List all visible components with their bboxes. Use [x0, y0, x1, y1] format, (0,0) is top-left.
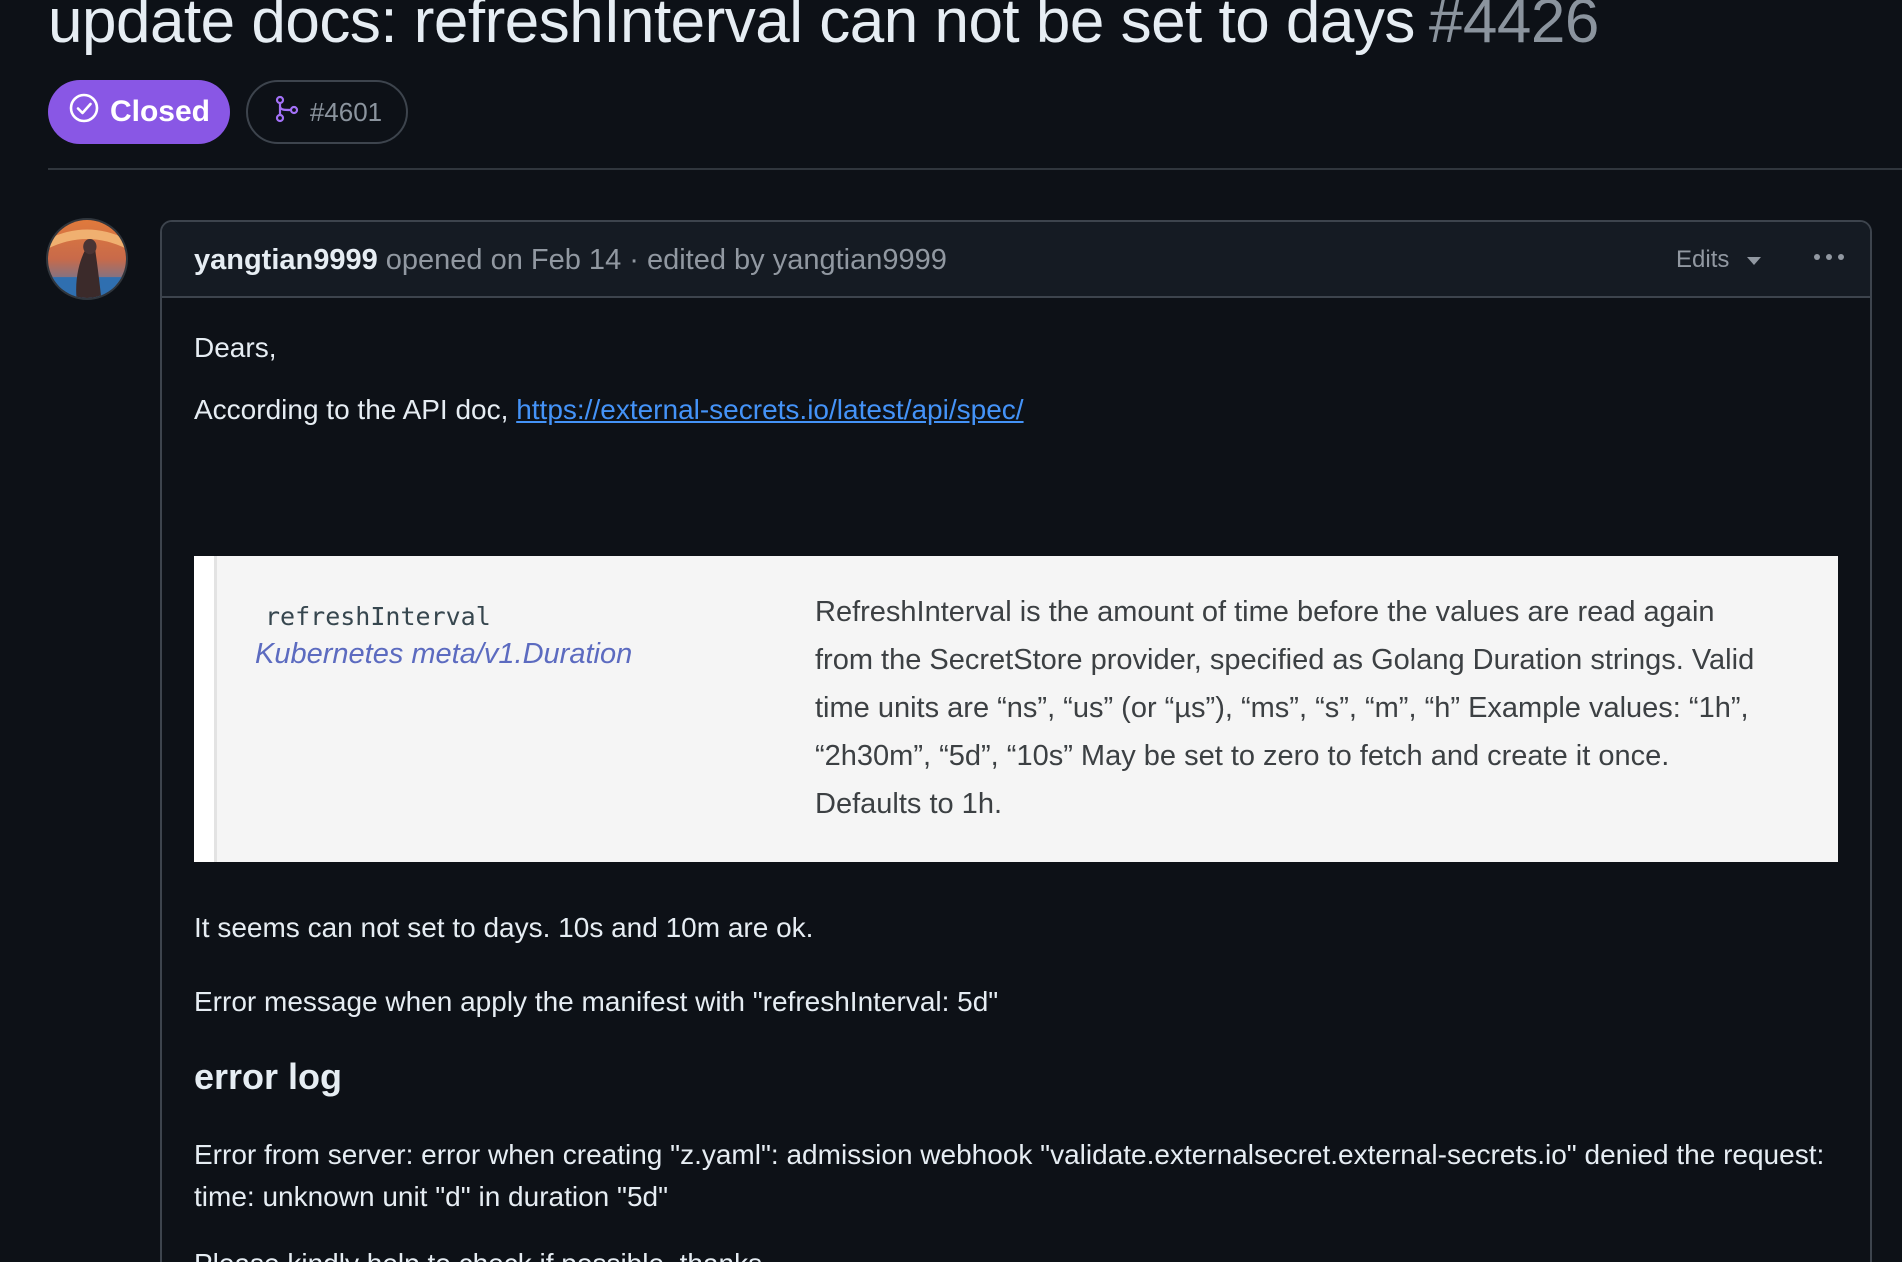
doc-description-line: from the SecretStore provider, specified…	[815, 644, 1755, 676]
edits-dropdown[interactable]: Edits	[1676, 246, 1763, 274]
comment-error-message-note: Error message when apply the manifest wi…	[194, 986, 999, 1017]
doc-field-type: Kubernetes meta/v1.Duration	[255, 638, 633, 670]
doc-description-line: RefreshInterval is the amount of time be…	[815, 596, 1715, 628]
issue-state-label: Closed	[109, 95, 211, 128]
doc-description-line: Defaults to 1h.	[815, 788, 1002, 820]
comment-intro-text: According to the API doc,	[194, 394, 517, 425]
triangle-down-icon	[1745, 246, 1763, 274]
issue-comment: yangtian9999 opened on Feb 14 · edited by…	[160, 220, 1872, 1262]
comment-author[interactable]: yangtian9999	[194, 244, 378, 276]
error-log-heading: error log	[194, 1056, 343, 1097]
kebab-horizontal-icon[interactable]	[1814, 254, 1844, 260]
author-avatar[interactable]	[46, 218, 128, 300]
api-doc-link[interactable]: https://external-secrets.io/latest/api/s…	[516, 394, 1023, 425]
comment-greeting: Dears,	[194, 332, 277, 363]
comment-intro: According to the API doc, https://extern…	[194, 394, 1024, 426]
git-pull-request-icon	[272, 94, 302, 131]
comment-closing: Please kindly help to check if possible,…	[194, 1248, 770, 1262]
issue-number: #4426	[1428, 0, 1599, 56]
doc-description-line: “2h30m”, “5d”, “10s” May be set to zero …	[815, 740, 1670, 772]
header-divider	[48, 168, 1902, 170]
linked-pr-number: #4601	[309, 96, 383, 127]
issue-page: update docs: refreshInterval can not be …	[0, 0, 1902, 1262]
doc-field-description: RefreshInterval is the amount of time be…	[815, 588, 1815, 828]
doc-screenshot-panel: refreshInterval Kubernetes meta/v1.Durat…	[214, 556, 1838, 862]
issue-title: update docs: refreshInterval can not be …	[48, 0, 1599, 57]
comment-meta-text: opened on Feb 14 · edited by yangtian999…	[385, 244, 947, 276]
edits-label: Edits	[1676, 246, 1730, 273]
linked-pull-request[interactable]: #4601	[246, 80, 408, 144]
doc-field-name: refreshInterval	[265, 602, 491, 631]
doc-screenshot: refreshInterval Kubernetes meta/v1.Durat…	[194, 556, 1838, 862]
check-circle-icon	[68, 92, 100, 132]
comment-meta: yangtian9999 opened on Feb 14 · edited by…	[194, 244, 947, 277]
comment-header: yangtian9999 opened on Feb 14 · edited by…	[162, 222, 1870, 298]
issue-title-text: update docs: refreshInterval can not be …	[48, 0, 1415, 56]
error-log-text: Error from server: error when creating "…	[194, 1139, 1825, 1212]
issue-state-badge: Closed	[48, 80, 230, 144]
doc-description-line: time units are “ns”, “us” (or “µs”), “ms…	[815, 692, 1749, 724]
comment-days-note: It seems can not set to days. 10s and 10…	[194, 912, 814, 943]
